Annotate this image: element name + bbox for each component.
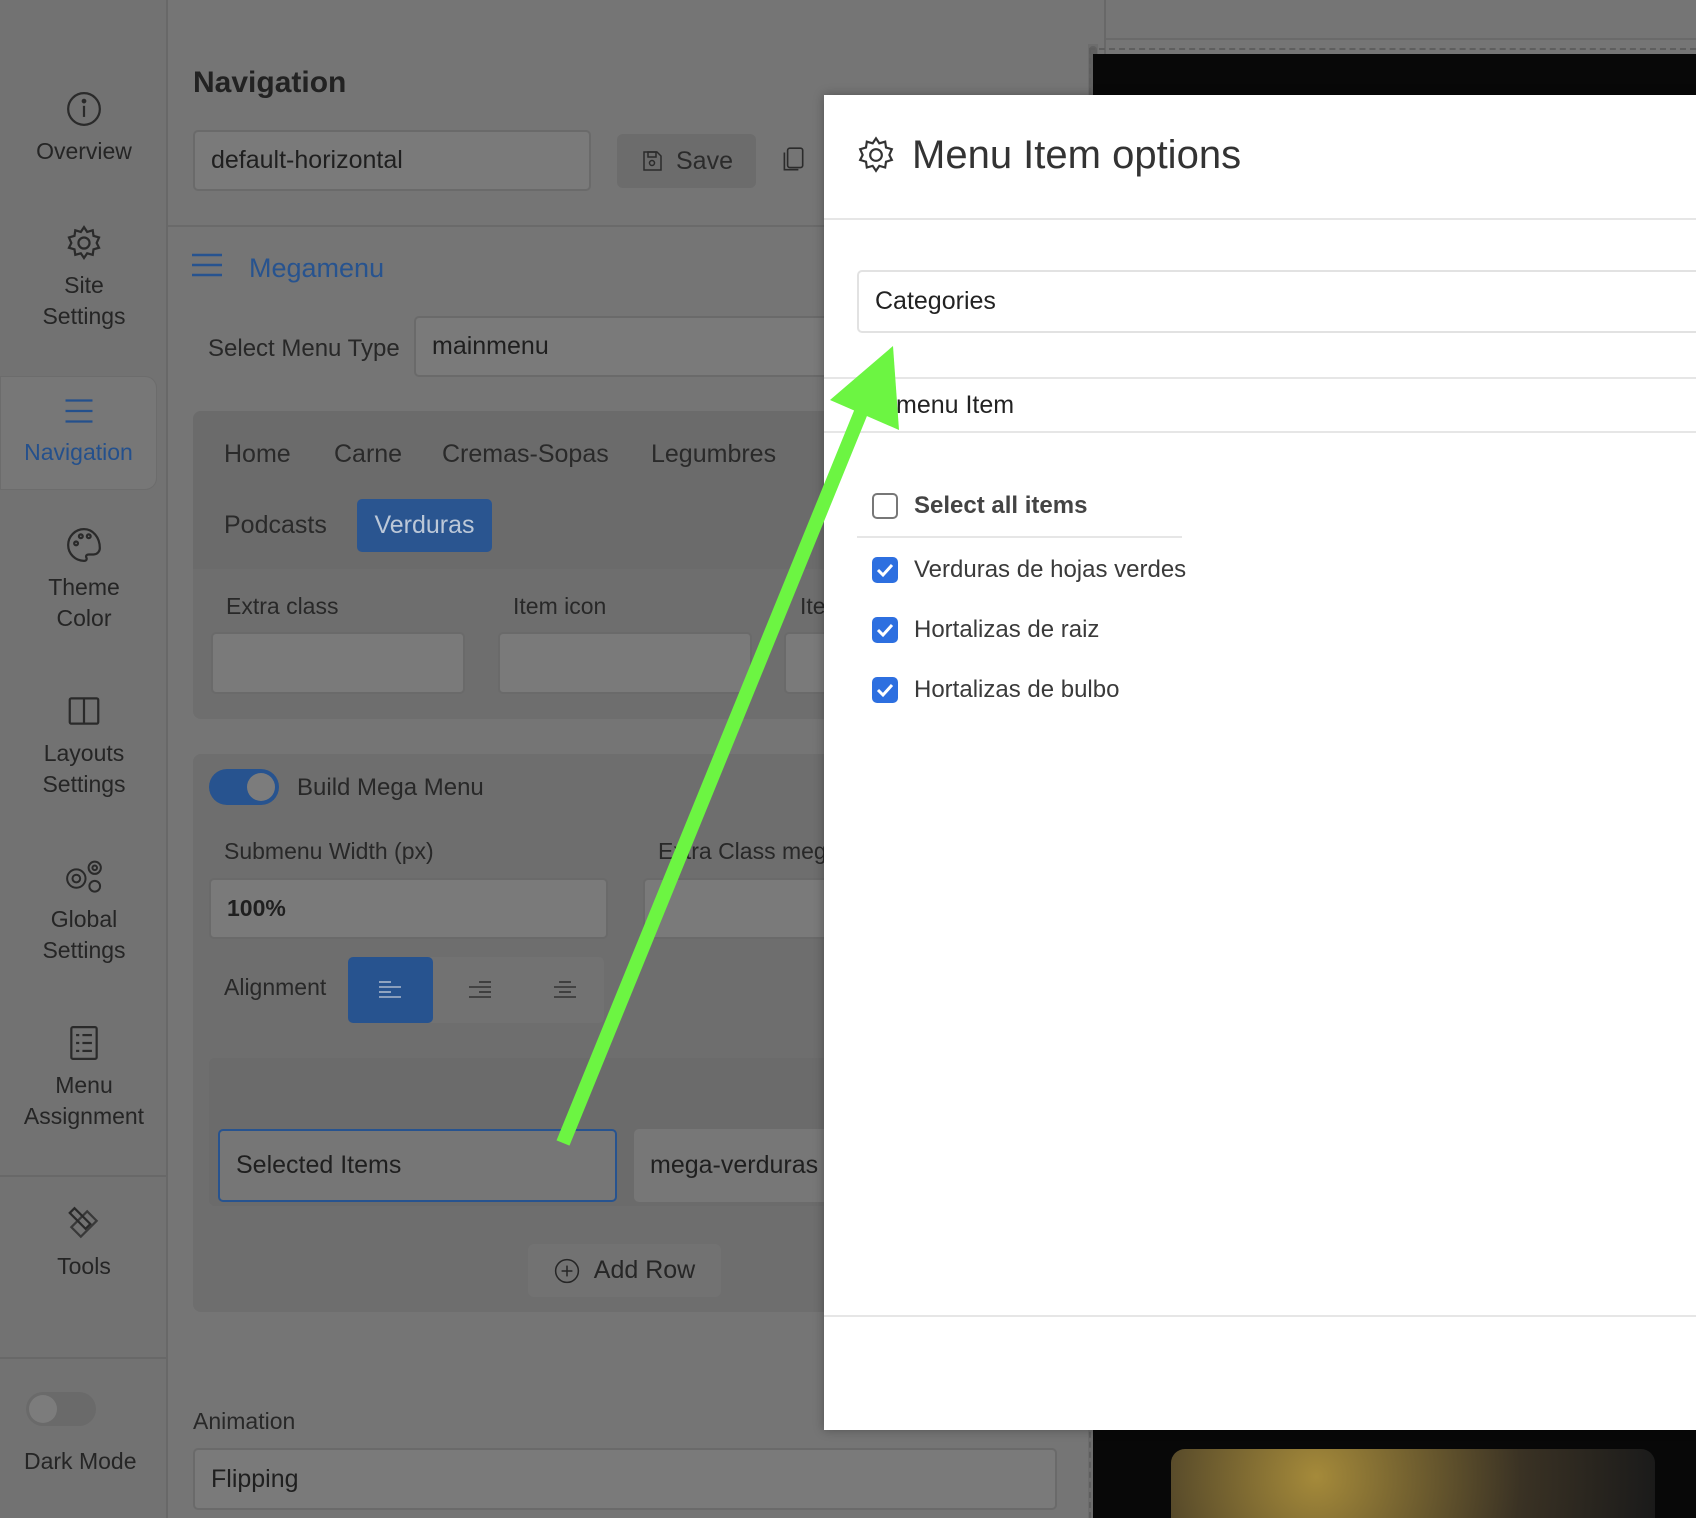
dark-mode-toggle[interactable] xyxy=(26,1392,96,1426)
menu-items-panel: Home Carne Cremas-Sopas Legumbres Podcas… xyxy=(193,411,844,719)
divider xyxy=(0,1175,168,1177)
page-title: Navigation xyxy=(193,66,347,99)
align-left-icon xyxy=(379,981,401,998)
tools-icon xyxy=(68,1206,99,1239)
menu-item-options-modal: Menu Item options Categories menu Item S… xyxy=(824,95,1696,1430)
sidebar-item-navigation[interactable]: Navigation xyxy=(0,376,157,490)
sidebar: Overview Site Settings Navigation Theme … xyxy=(0,0,168,1518)
gear-icon xyxy=(67,225,101,261)
item-checkbox[interactable] xyxy=(872,557,898,583)
item-checkbox[interactable] xyxy=(872,617,898,643)
submenu-width-input[interactable]: 100% xyxy=(209,878,608,939)
selected-items-button[interactable]: Selected Items xyxy=(218,1129,617,1202)
align-left-button[interactable] xyxy=(348,957,433,1023)
tab-carne[interactable]: Carne xyxy=(334,440,402,469)
save-button[interactable]: Save xyxy=(617,134,756,188)
extra-class-label: Extra class xyxy=(226,593,339,619)
sidebar-item-label: Overview xyxy=(36,138,132,164)
source-select[interactable]: Categories xyxy=(857,270,1696,333)
tab-verduras[interactable]: Verduras xyxy=(357,499,492,552)
divider xyxy=(824,431,1696,433)
sidebar-item-layouts-settings[interactable]: Layouts Settings xyxy=(0,692,168,800)
animation-label: Animation xyxy=(193,1408,296,1434)
extra-class-mega-label: Extra Class meg xyxy=(658,838,827,864)
section-title: Megamenu xyxy=(249,253,385,283)
sidebar-item-overview[interactable]: Overview xyxy=(0,90,168,167)
palette-icon xyxy=(67,528,101,562)
info-icon xyxy=(67,92,101,126)
alignment-group xyxy=(348,957,604,1023)
menu-type-label: Select Menu Type xyxy=(208,335,400,362)
menu-icon xyxy=(65,399,92,423)
dark-mode-label: Dark Mode xyxy=(24,1448,137,1474)
plus-circle-icon xyxy=(554,1258,579,1283)
select-all-label: Select all items xyxy=(914,492,1088,519)
divider xyxy=(0,1357,168,1359)
sidebar-item-label: Layouts Settings xyxy=(42,740,126,797)
item-label: Hortalizas de raiz xyxy=(914,616,1100,643)
animation-select[interactable]: Flipping xyxy=(193,1448,1057,1510)
preset-name-input[interactable]: default-horizontal xyxy=(193,130,591,191)
preview-image xyxy=(1171,1449,1655,1518)
divider xyxy=(857,536,1182,538)
list-icon xyxy=(70,1026,98,1060)
tab-legumbres[interactable]: Legumbres xyxy=(651,440,776,469)
item-icon-label: Item icon xyxy=(513,593,607,619)
copy-icon[interactable] xyxy=(780,146,806,174)
divider xyxy=(824,377,1696,379)
mega-menu-panel: Build Mega Menu Submenu Width (px) 100% … xyxy=(193,754,854,1312)
extra-class-input[interactable] xyxy=(211,632,465,694)
sidebar-item-label: Global Settings xyxy=(42,906,126,963)
sidebar-item-tools[interactable]: Tools xyxy=(0,1205,168,1282)
sidebar-item-global-settings[interactable]: Global Settings xyxy=(0,858,168,966)
gears-icon xyxy=(66,860,102,893)
tab-home[interactable]: Home xyxy=(224,440,291,469)
layout-icon xyxy=(68,697,100,725)
item-checkbox[interactable] xyxy=(872,677,898,703)
tab-cremas-sopas[interactable]: Cremas-Sopas xyxy=(442,440,609,469)
add-row-label: Add Row xyxy=(593,1256,696,1284)
item-label: Hortalizas de bulbo xyxy=(914,676,1120,703)
sidebar-item-theme-color[interactable]: Theme Color xyxy=(0,526,168,634)
sidebar-item-label: Tools xyxy=(57,1253,111,1279)
build-mega-label: Build Mega Menu xyxy=(297,774,484,801)
sidebar-item-label: Theme Color xyxy=(48,574,120,631)
alignment-label: Alignment xyxy=(224,974,327,1000)
divider xyxy=(824,1315,1696,1317)
add-row-button[interactable]: Add Row xyxy=(528,1244,721,1297)
divider xyxy=(168,225,824,227)
build-mega-toggle[interactable] xyxy=(209,769,279,805)
row-class-input[interactable]: mega-verduras xyxy=(634,1129,854,1202)
divider xyxy=(824,218,1696,220)
sidebar-item-label: Menu Assignment xyxy=(23,1072,145,1129)
divider xyxy=(1106,38,1696,40)
align-right-icon[interactable] xyxy=(469,980,491,1000)
save-icon xyxy=(643,151,662,171)
gear-icon xyxy=(858,136,894,173)
menu-type-select[interactable]: mainmenu xyxy=(414,316,844,377)
sidebar-item-menu-assignment[interactable]: Menu Assignment xyxy=(0,1024,168,1132)
item-icon-input[interactable] xyxy=(498,632,752,694)
sidebar-item-label: Site Settings xyxy=(42,272,126,329)
item-field-label: Ite xyxy=(800,593,826,619)
sidebar-item-label: Navigation xyxy=(24,439,133,465)
tab-podcasts[interactable]: Podcasts xyxy=(224,511,327,540)
extra-class-mega-input[interactable] xyxy=(643,878,843,939)
item-label: Verduras de hojas verdes xyxy=(914,556,1187,583)
sidebar-item-site-settings[interactable]: Site Settings xyxy=(0,224,168,332)
submenu-width-label: Submenu Width (px) xyxy=(224,838,434,864)
subheading: menu Item xyxy=(896,391,1015,419)
hamburger-icon[interactable] xyxy=(192,252,222,278)
save-label: Save xyxy=(676,146,733,175)
align-center-icon[interactable] xyxy=(554,980,576,1000)
modal-title: Menu Item options xyxy=(912,133,1242,177)
select-all-checkbox[interactable] xyxy=(872,493,898,519)
